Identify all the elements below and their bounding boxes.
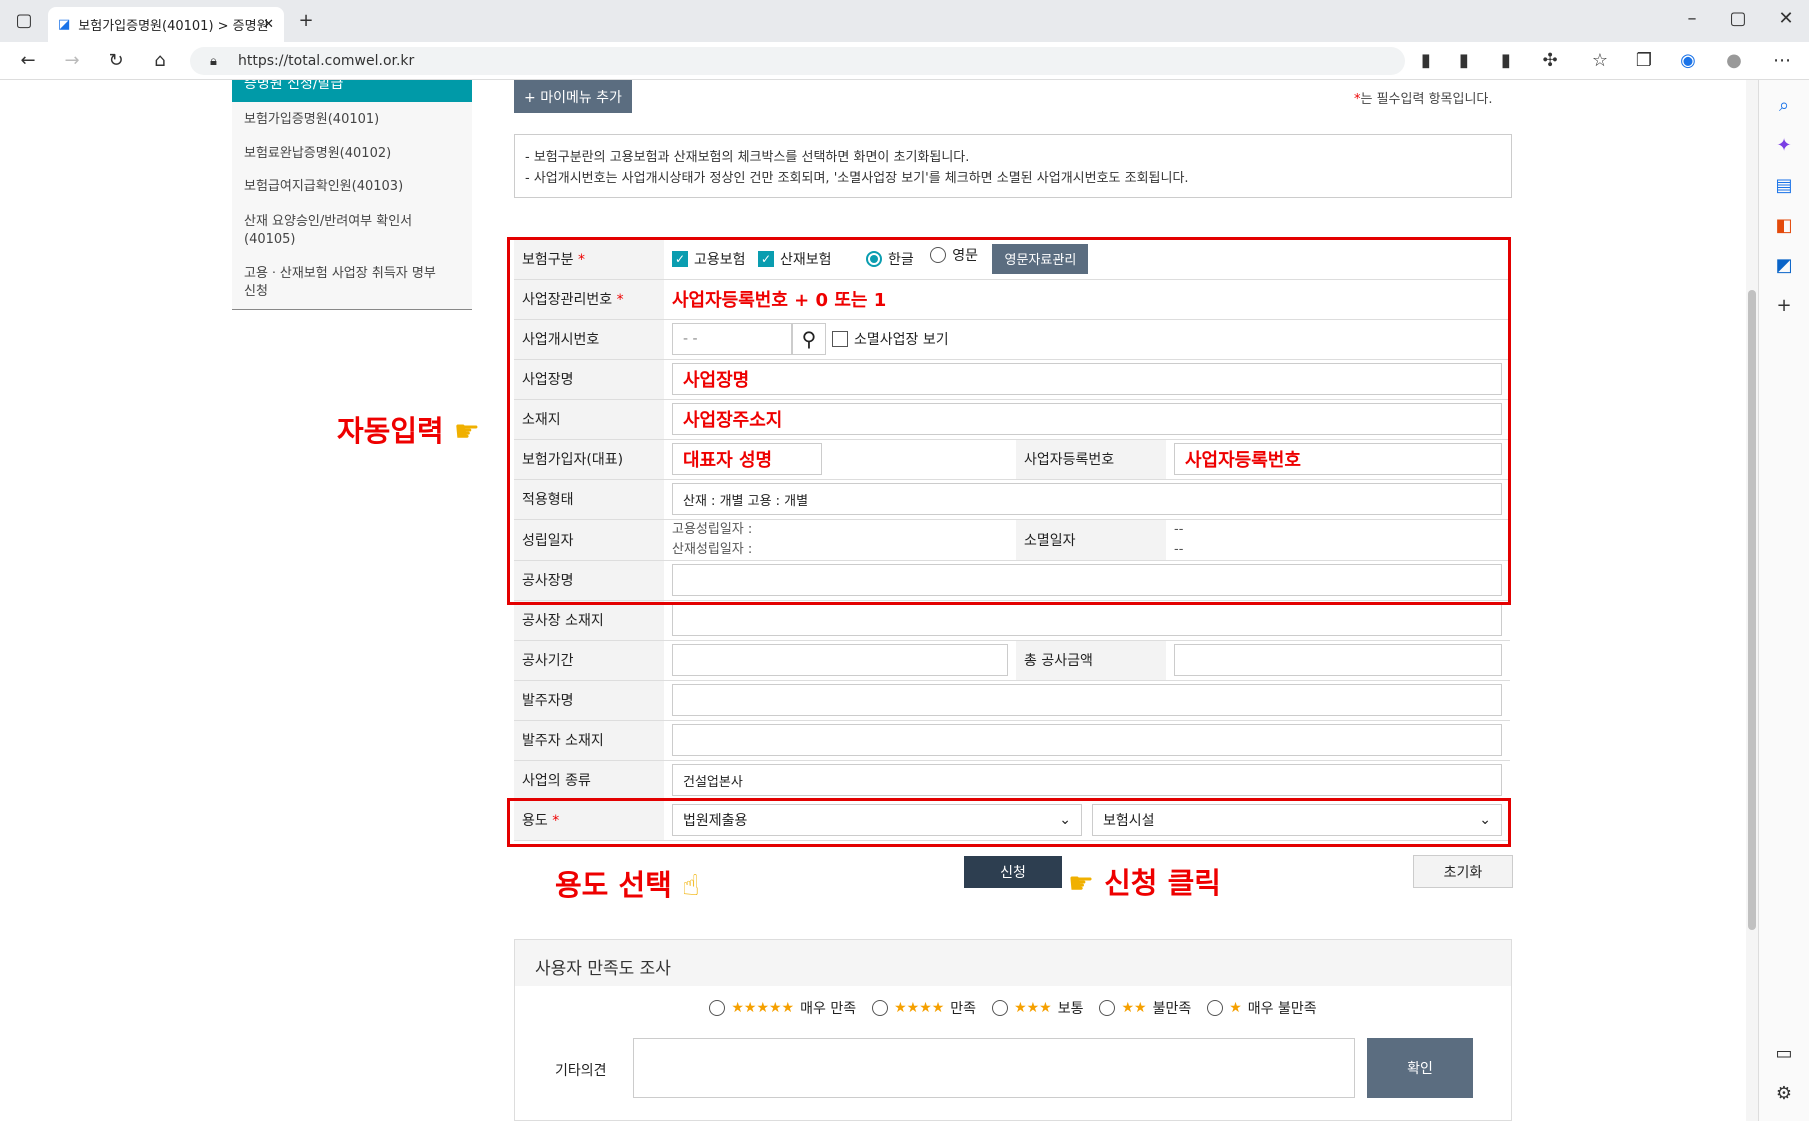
side-item-roster[interactable]: 고용ㆍ산재보험 사업장 취득자 명부 신청 [232, 265, 462, 301]
orderer-loc-label: 발주자 소재지 [514, 720, 664, 761]
survey-option-3[interactable]: ★★★ 보통 [992, 998, 1083, 1018]
edge-icon[interactable]: ◉ [1674, 47, 1702, 75]
address-bar[interactable]: 🔒︎ https://total.comwel.or.kr [190, 47, 1405, 75]
new-tab-icon[interactable]: + [292, 7, 320, 35]
radio-icon [1207, 1000, 1224, 1016]
survey-option-1[interactable]: ★★★★★ 매우 만족 [709, 998, 856, 1018]
survey-option-2[interactable]: ★★★★ 만족 [872, 998, 976, 1018]
required-note-text: 는 필수입력 항목입니다. [1360, 92, 1493, 107]
reset-button[interactable]: 초기화 [1413, 855, 1513, 888]
site-loc-label: 공사장 소재지 [514, 600, 664, 641]
form-row-biz-kind: 사업의 종류 건설업본사 [514, 760, 1510, 801]
side-item-40103[interactable]: 보험급여지급확인원(40103) [232, 178, 472, 196]
side-item-40105[interactable]: 산재 요양승인/반려여부 확인서 (40105) [232, 213, 452, 249]
extension-i-icon[interactable]: ▮ [1492, 47, 1520, 75]
more-icon[interactable]: ⋯ [1768, 47, 1796, 75]
close-window-icon[interactable]: ✕ [1772, 5, 1800, 33]
close-tab-icon[interactable]: ✕ [263, 17, 274, 32]
favorites-icon[interactable]: ☆ [1586, 47, 1614, 75]
copilot-icon[interactable]: ✦ [1770, 132, 1798, 160]
add-icon[interactable]: + [1770, 292, 1798, 320]
scrollbar[interactable] [1746, 80, 1758, 1121]
add-mymenu-button[interactable]: + 마이메뉴 추가 [514, 80, 632, 113]
radio-icon [709, 1000, 726, 1016]
collections-icon[interactable]: ❐ [1630, 47, 1658, 75]
sidebar-toggle-icon[interactable]: ▭ [1770, 1040, 1798, 1068]
required-note: *는 필수입력 항목입니다. [1354, 88, 1493, 107]
tab-bar: ▢ ◪ 보험가입증명원(40101) > 증명원 ✕ + – ▢ ✕ [0, 0, 1809, 42]
purpose-annotation: 용도 선택 ☝ [555, 868, 700, 902]
comment-label: 기타의견 [555, 1063, 607, 1079]
extension-s-icon[interactable]: ▮ [1450, 47, 1478, 75]
extension-icon[interactable]: ▮ [1412, 47, 1440, 75]
side-item-40101[interactable]: 보험가입증명원(40101) [232, 111, 472, 129]
total-amt-label: 총 공사금액 [1016, 640, 1166, 681]
form-row-orderer: 발주자명 [514, 680, 1510, 721]
site-favicon-icon: ◪ [58, 17, 71, 32]
star-icon: ★ [1229, 1000, 1242, 1016]
purpose-highlight [507, 798, 1511, 847]
total-amt-input[interactable] [1174, 644, 1502, 676]
radio-icon [1099, 1000, 1116, 1016]
site-loc-input[interactable] [672, 604, 1502, 636]
auto-input-highlight [507, 237, 1511, 605]
minimize-icon[interactable]: – [1678, 5, 1706, 33]
survey-title: 사용자 만족도 조사 [515, 940, 1511, 986]
apply-button[interactable]: 신청 [964, 856, 1062, 888]
form-row-orderer-loc: 발주자 소재지 [514, 720, 1510, 761]
period-label: 공사기간 [514, 640, 664, 681]
url-text: https://total.comwel.or.kr [238, 53, 415, 69]
star-icon: ★★★★ [894, 1000, 945, 1016]
survey-confirm-button[interactable]: 확인 [1367, 1038, 1473, 1098]
comment-input[interactable] [633, 1038, 1355, 1098]
maximize-icon[interactable]: ▢ [1724, 5, 1752, 33]
auto-input-annotation: 자동입력 ☛ [337, 414, 480, 448]
info-line: - 보험구분란의 고용보험과 산재보험의 체크박스를 선택하면 화면이 초기화됩… [525, 150, 970, 165]
survey-panel: 사용자 만족도 조사 ★★★★★ 매우 만족 ★★★★ 만족 ★★★ 보통 ★★ 불만족… [514, 939, 1512, 1121]
star-icon: ★★★ [1014, 1000, 1052, 1016]
pointing-hand-icon: ☝ [681, 868, 700, 902]
survey-option-5[interactable]: ★ 매우 불만족 [1207, 998, 1317, 1018]
apply-annotation: ☛ 신청 클릭 [1068, 866, 1221, 900]
browser-toolbar: ← → ↻ ⌂ 🔒︎ https://total.comwel.or.kr ▮ … [0, 42, 1809, 80]
survey-options: ★★★★★ 매우 만족 ★★★★ 만족 ★★★ 보통 ★★ 불만족 ★ 매우 불만족 [515, 998, 1511, 1018]
search-icon[interactable]: ⌕ [1770, 92, 1798, 120]
extensions-icon[interactable]: ✣ [1536, 47, 1564, 75]
home-icon[interactable]: ⌂ [146, 47, 174, 75]
shopping-icon[interactable]: ▤ [1770, 172, 1798, 200]
form-row-period: 공사기간 총 공사금액 [514, 640, 1510, 681]
info-line: - 사업개시번호는 사업개시상태가 정상인 건만 조회되며, '소멸사업장 보기… [525, 171, 1189, 186]
side-item-40102[interactable]: 보험료완납증명원(40102) [232, 145, 472, 163]
radio-icon [992, 1000, 1009, 1016]
biz-kind-label: 사업의 종류 [514, 760, 664, 801]
info-box: - 보험구분란의 고용보험과 산재보험의 체크박스를 선택하면 화면이 초기화됩… [514, 134, 1512, 198]
scrollbar-thumb[interactable] [1748, 290, 1756, 930]
tab-title: 보험가입증명원(40101) > 증명원 [78, 19, 269, 34]
edge-sidebar: ⌕ ✦ ▤ ◧ ◩ + ▭ ⚙ [1758, 80, 1809, 1121]
forward-icon[interactable]: → [58, 47, 86, 75]
period-input[interactable] [672, 644, 1008, 676]
outlook-icon[interactable]: ◩ [1770, 252, 1798, 280]
back-icon[interactable]: ← [14, 47, 42, 75]
star-icon: ★★ [1121, 1000, 1147, 1016]
side-menu-header: 증명원 신청/발급 [232, 80, 472, 102]
form-row-site-loc: 공사장 소재지 [514, 600, 1510, 641]
orderer-label: 발주자명 [514, 680, 664, 721]
star-icon: ★★★★★ [731, 1000, 795, 1016]
profile-icon[interactable]: ● [1720, 47, 1748, 75]
pointing-hand-icon: ☛ [1068, 866, 1094, 900]
office-icon[interactable]: ◧ [1770, 212, 1798, 240]
settings-icon[interactable]: ⚙ [1770, 1080, 1798, 1108]
survey-option-4[interactable]: ★★ 불만족 [1099, 998, 1191, 1018]
pointing-hand-icon: ☛ [453, 414, 480, 448]
orderer-input[interactable] [672, 684, 1502, 716]
biz-kind-value: 건설업본사 [672, 764, 1502, 796]
lock-icon: 🔒︎ [210, 53, 217, 69]
browser-tab[interactable]: ◪ 보험가입증명원(40101) > 증명원 ✕ [48, 7, 284, 42]
tab-actions-icon[interactable]: ▢ [10, 7, 38, 35]
radio-icon [872, 1000, 889, 1016]
refresh-icon[interactable]: ↻ [102, 47, 130, 75]
orderer-loc-input[interactable] [672, 724, 1502, 756]
